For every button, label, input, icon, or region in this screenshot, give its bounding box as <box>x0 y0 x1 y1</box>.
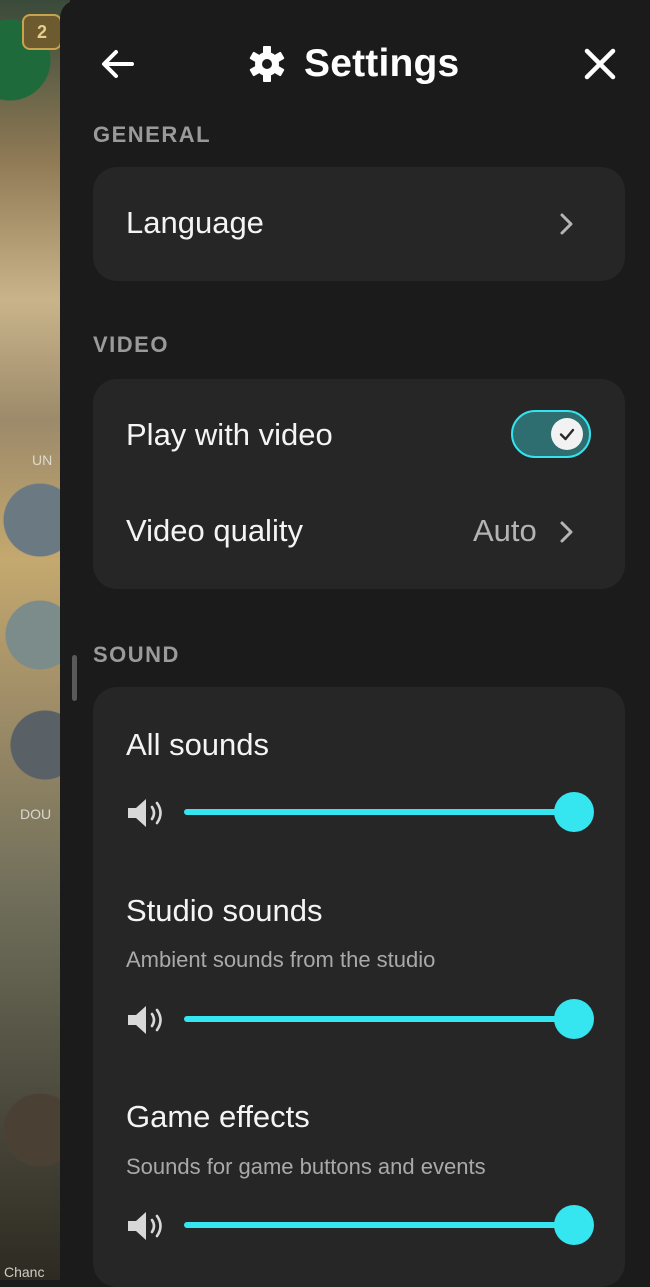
play-with-video-toggle[interactable] <box>511 410 591 458</box>
gear-icon <box>249 46 285 82</box>
slider-thumb[interactable] <box>554 999 594 1039</box>
speaker-icon <box>128 799 162 827</box>
language-label: Language <box>126 205 264 240</box>
video-quality-label: Video quality <box>126 513 303 548</box>
game-effects-description: Sounds for game buttons and events <box>126 1154 486 1179</box>
slider-thumb[interactable] <box>554 792 594 832</box>
close-icon <box>584 48 616 80</box>
chevron-right-icon <box>560 213 573 235</box>
video-quality-value: Auto <box>473 513 537 548</box>
sound-settings-card: All sounds Studio sounds Ambient sounds … <box>93 687 625 1287</box>
game-effects-slider[interactable] <box>126 1203 596 1247</box>
scrollbar-thumb[interactable] <box>72 655 77 701</box>
slider-thumb[interactable] <box>554 1205 594 1245</box>
page-title: Settings <box>304 42 460 85</box>
slider-track[interactable] <box>184 1016 574 1022</box>
all-sounds-slider[interactable] <box>126 790 596 834</box>
language-row[interactable]: Language <box>93 167 625 281</box>
background-text-fragment: DOU <box>20 806 52 822</box>
speaker-icon <box>128 1006 162 1034</box>
play-with-video-label: Play with video <box>126 417 333 452</box>
settings-header: Settings <box>60 24 650 104</box>
game-effects-label: Game effects <box>126 1099 310 1134</box>
close-button[interactable] <box>582 46 618 82</box>
arrow-left-icon <box>102 50 134 78</box>
section-label-video: VIDEO <box>93 332 169 357</box>
all-sounds-label: All sounds <box>126 727 270 762</box>
section-label-general: GENERAL <box>93 122 212 147</box>
video-quality-row[interactable]: Video quality Auto <box>93 479 625 589</box>
studio-sounds-label: Studio sounds <box>126 893 323 928</box>
background-text-fragment: Chanc <box>4 1264 45 1280</box>
slider-track[interactable] <box>184 1222 574 1228</box>
video-settings-card: Play with video Video quality Auto <box>93 379 625 589</box>
title-group: Settings <box>248 38 459 90</box>
checkmark-icon <box>559 428 575 441</box>
background-text-fragment: UN <box>32 452 53 468</box>
back-button[interactable] <box>100 48 136 80</box>
level-badge: 2 <box>22 14 62 50</box>
toggle-knob <box>551 418 583 450</box>
studio-sounds-slider[interactable] <box>126 997 596 1041</box>
speaker-icon <box>128 1212 162 1240</box>
section-label-sound: SOUND <box>93 642 180 667</box>
studio-sounds-description: Ambient sounds from the studio <box>126 947 436 972</box>
chevron-right-icon <box>560 521 573 543</box>
slider-track[interactable] <box>184 809 574 815</box>
